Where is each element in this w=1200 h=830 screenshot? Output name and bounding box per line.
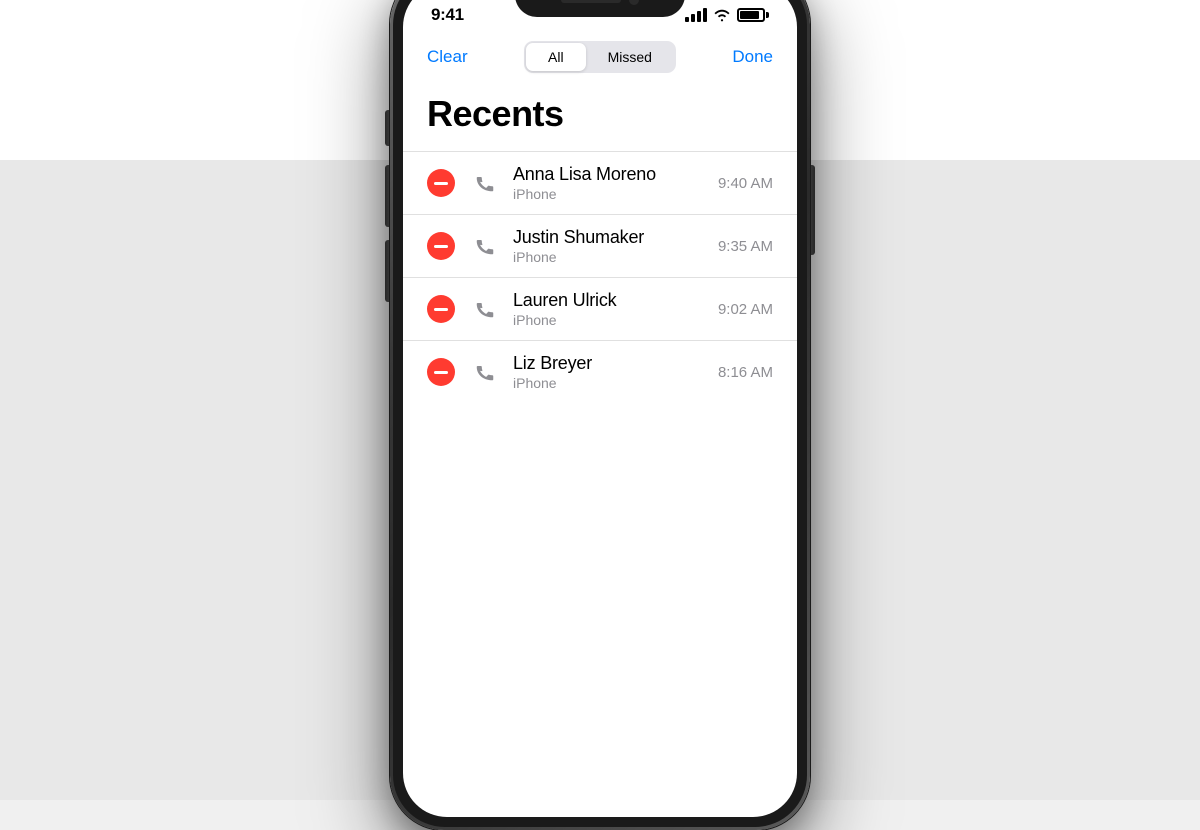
phone-inner: 9:41 xyxy=(393,0,807,827)
call-item[interactable]: Anna Lisa Moreno iPhone 9:40 AM xyxy=(403,151,797,214)
wifi-icon xyxy=(713,8,731,22)
signal-icon xyxy=(685,8,707,22)
call-item[interactable]: Justin Shumaker iPhone 9:35 AM xyxy=(403,214,797,277)
call-line-type: iPhone xyxy=(513,249,718,265)
call-type-icon xyxy=(469,356,501,388)
call-line-type: iPhone xyxy=(513,312,718,328)
call-item[interactable]: Lauren Ulrick iPhone 9:02 AM xyxy=(403,277,797,340)
status-icons xyxy=(685,8,769,22)
page-background: 9:41 xyxy=(0,0,1200,800)
power-button[interactable] xyxy=(810,165,815,255)
call-info: Liz Breyer iPhone xyxy=(513,353,718,391)
speaker xyxy=(561,0,621,3)
delete-button[interactable] xyxy=(427,169,455,197)
done-button[interactable]: Done xyxy=(732,47,773,67)
clear-button[interactable]: Clear xyxy=(427,47,468,67)
phone-mockup: 9:41 xyxy=(390,0,810,830)
call-name: Liz Breyer xyxy=(513,353,718,374)
call-line-type: iPhone xyxy=(513,186,718,202)
segment-missed[interactable]: Missed xyxy=(586,43,674,71)
phone-screen: 9:41 xyxy=(403,0,797,817)
call-name: Justin Shumaker xyxy=(513,227,718,248)
call-info: Justin Shumaker iPhone xyxy=(513,227,718,265)
delete-button[interactable] xyxy=(427,295,455,323)
call-type-icon xyxy=(469,167,501,199)
page-title: Recents xyxy=(403,85,797,151)
front-camera xyxy=(629,0,639,5)
segment-all[interactable]: All xyxy=(526,43,586,71)
delete-button[interactable] xyxy=(427,358,455,386)
call-time: 9:40 AM xyxy=(718,175,773,192)
delete-button[interactable] xyxy=(427,232,455,260)
call-name: Anna Lisa Moreno xyxy=(513,164,718,185)
notch xyxy=(515,0,685,17)
call-type-icon xyxy=(469,230,501,262)
call-info: Lauren Ulrick iPhone xyxy=(513,290,718,328)
call-time: 9:35 AM xyxy=(718,238,773,255)
call-item[interactable]: Liz Breyer iPhone 8:16 AM xyxy=(403,340,797,403)
call-type-icon xyxy=(469,293,501,325)
battery-icon xyxy=(737,8,769,22)
toolbar: Clear All Missed Done xyxy=(403,33,797,85)
call-time: 8:16 AM xyxy=(718,364,773,381)
segment-control[interactable]: All Missed xyxy=(524,41,676,73)
call-info: Anna Lisa Moreno iPhone xyxy=(513,164,718,202)
phone-outer-shell: 9:41 xyxy=(390,0,810,830)
call-name: Lauren Ulrick xyxy=(513,290,718,311)
call-time: 9:02 AM xyxy=(718,301,773,318)
call-list: Anna Lisa Moreno iPhone 9:40 AM Justin S… xyxy=(403,151,797,403)
call-line-type: iPhone xyxy=(513,375,718,391)
status-time: 9:41 xyxy=(431,5,464,25)
